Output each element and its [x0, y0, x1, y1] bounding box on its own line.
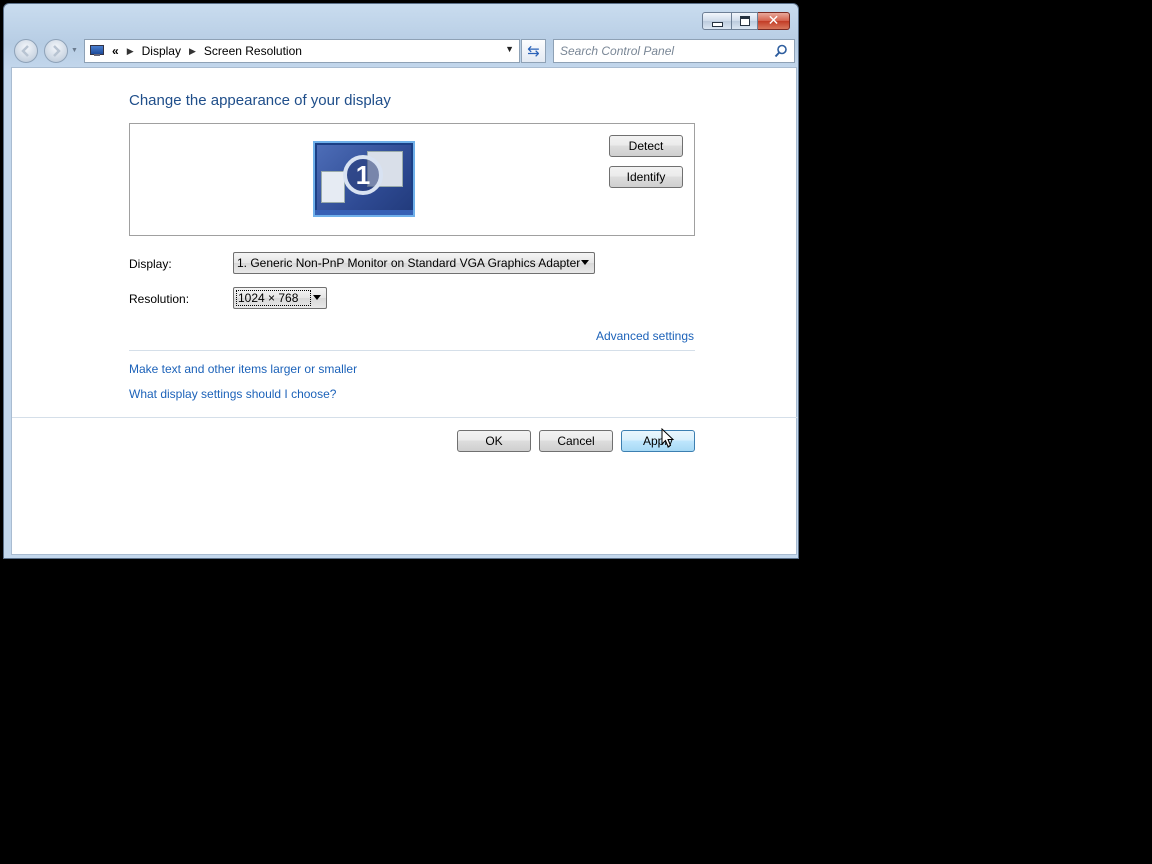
chevron-right-icon[interactable]: ▶ — [127, 46, 134, 57]
chevron-right-icon[interactable]: ▶ — [189, 46, 196, 57]
forward-arrow-icon — [53, 45, 61, 57]
resolution-label: Resolution: — [129, 292, 190, 306]
close-icon: ✕ — [767, 13, 780, 29]
maximize-button[interactable] — [732, 12, 758, 30]
refresh-button[interactable]: ⇆ — [521, 39, 546, 63]
thumbnail-window — [321, 171, 345, 203]
monitor-1-thumbnail[interactable]: 1 — [313, 141, 415, 217]
content-pane: Change the appearance of your display 1 … — [11, 67, 798, 555]
breadcrumb-screen-resolution[interactable]: Screen Resolution — [204, 44, 302, 58]
cancel-button[interactable]: Cancel — [539, 430, 613, 452]
screen-resolution-window: ✕ ▼ « ▶ Display ▶ Screen Resolution ▼ ⇆ … — [3, 3, 799, 559]
maximize-icon — [739, 16, 750, 26]
address-bar[interactable]: « ▶ Display ▶ Screen Resolution ▼ — [84, 39, 520, 63]
close-button[interactable]: ✕ — [758, 12, 790, 30]
divider — [129, 350, 695, 351]
which-settings-link[interactable]: What display settings should I choose? — [129, 387, 336, 401]
breadcrumb-display[interactable]: Display — [142, 44, 181, 58]
thumbnail-taskbar — [315, 210, 413, 215]
apply-button[interactable]: Apply — [621, 430, 695, 452]
monitor-preview-area: 1 Detect Identify — [129, 123, 695, 236]
address-dropdown-icon[interactable]: ▼ — [505, 44, 514, 54]
display-label: Display: — [129, 257, 172, 271]
resolution-select-value: 1024 × 768 — [236, 290, 312, 306]
display-control-panel-icon — [90, 45, 104, 57]
search-input[interactable] — [560, 43, 760, 59]
back-arrow-icon — [21, 45, 29, 57]
minimize-icon — [711, 21, 723, 27]
page-title: Change the appearance of your display — [129, 92, 391, 109]
search-icon[interactable] — [774, 44, 788, 58]
resolution-select[interactable]: 1024 × 768 — [233, 287, 327, 309]
search-box[interactable] — [553, 39, 795, 63]
refresh-icon: ⇆ — [527, 42, 540, 60]
larger-text-link[interactable]: Make text and other items larger or smal… — [129, 362, 357, 376]
breadcrumb-overflow[interactable]: « — [112, 44, 119, 58]
ok-button[interactable]: OK — [457, 430, 531, 452]
monitor-number-badge: 1 — [343, 155, 383, 195]
chevron-down-icon — [581, 260, 589, 265]
back-button[interactable] — [14, 39, 38, 63]
display-select[interactable]: 1. Generic Non-PnP Monitor on Standard V… — [233, 252, 595, 274]
detect-button[interactable]: Detect — [609, 135, 683, 157]
forward-button[interactable] — [44, 39, 68, 63]
identify-button[interactable]: Identify — [609, 166, 683, 188]
chevron-down-icon — [313, 295, 321, 300]
recent-pages-dropdown[interactable]: ▼ — [71, 47, 78, 54]
advanced-settings-link[interactable]: Advanced settings — [596, 329, 694, 343]
display-select-value: 1. Generic Non-PnP Monitor on Standard V… — [237, 256, 581, 270]
window-controls: ✕ — [702, 12, 790, 30]
divider — [12, 417, 798, 418]
minimize-button[interactable] — [702, 12, 732, 30]
